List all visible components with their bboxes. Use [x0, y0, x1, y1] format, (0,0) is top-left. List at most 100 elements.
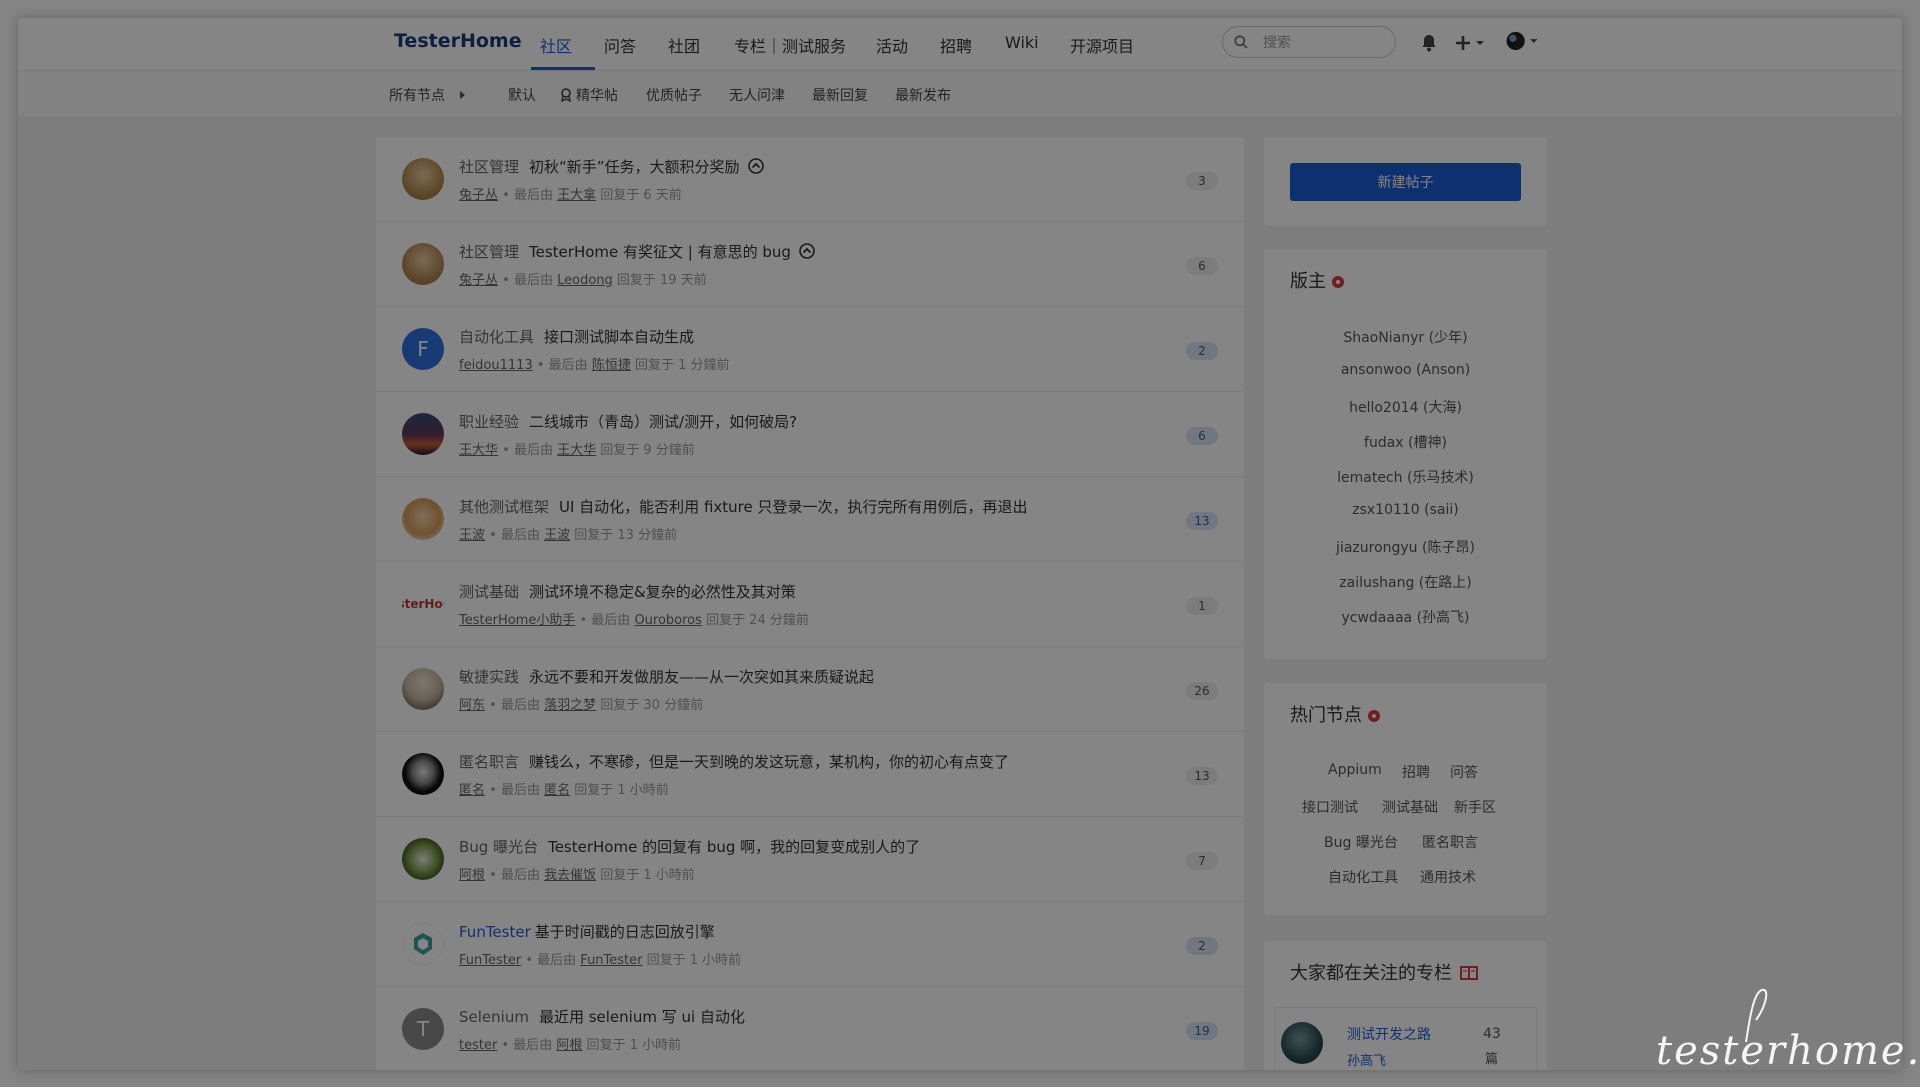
topic-row[interactable]: 匿名职言 赚钱么，不寒碜，但是一天到晚的发这玩意，某机构，你的初心有点变了 匿名 … — [376, 732, 1244, 817]
last-reply-user[interactable]: 王大华 — [557, 443, 596, 458]
topic-row[interactable]: FunTester 基于时间戳的日志回放引擎 FunTester • 最后由 Fu… — [376, 902, 1244, 987]
moderator-link[interactable]: lematech (乐马技术) — [1264, 467, 1547, 487]
topic-title[interactable]: 职业经验 二线城市（青岛）测试/测开，如何破局? — [459, 411, 797, 432]
filter-no-reply[interactable]: 无人问津 — [729, 85, 785, 105]
topic-row[interactable]: F 自动化工具 接口测试脚本自动生成 feidou1113 • 最后由 陈恒捷 回… — [376, 307, 1244, 392]
avatar[interactable] — [402, 753, 444, 795]
filter-latest-post[interactable]: 最新发布 — [895, 85, 951, 105]
bell-icon[interactable] — [1420, 33, 1438, 53]
nav-columns[interactable]: 专栏｜测试服务 — [734, 33, 846, 57]
topic-node[interactable]: FunTester — [459, 923, 531, 941]
reply-count-badge[interactable]: 2 — [1186, 342, 1218, 360]
avatar[interactable]: T — [402, 1008, 444, 1050]
avatar-menu-icon[interactable] — [1504, 31, 1540, 51]
last-reply-user[interactable]: 落羽之梦 — [544, 698, 596, 713]
moderator-link[interactable]: zsx10110 (saii) — [1264, 502, 1547, 518]
topic-author[interactable]: 兔子丛 — [459, 273, 498, 288]
topic-node[interactable]: Selenium — [459, 1008, 529, 1026]
last-reply-user[interactable]: 王大拿 — [557, 188, 596, 203]
topic-row[interactable]: 社区管理 初秋“新手”任务，大额积分奖励 兔子丛 • 最后由 王大拿 回复于 6 … — [376, 137, 1244, 222]
topic-row[interactable]: sterHor 测试基础测试环境不稳定&复杂的必然性及其对策 TesterHom… — [376, 562, 1244, 647]
filter-excellent[interactable]: 精华帖 — [560, 85, 618, 105]
hot-node-link[interactable]: 通用技术 — [1420, 867, 1476, 887]
all-nodes-dropdown[interactable]: 所有节点 — [389, 85, 467, 105]
last-reply-user[interactable]: 匿名 — [544, 783, 570, 798]
topic-node[interactable]: 职业经验 — [459, 413, 519, 431]
avatar[interactable] — [402, 668, 444, 710]
new-post-button[interactable]: 新建帖子 — [1290, 163, 1521, 201]
topic-row[interactable]: 职业经验 二线城市（青岛）测试/测开，如何破局? 王大华 • 最后由 王大华 回复… — [376, 392, 1244, 477]
avatar[interactable]: F — [402, 328, 444, 370]
topic-author[interactable]: 匿名 — [459, 783, 485, 798]
last-reply-user[interactable]: FunTester — [580, 953, 642, 968]
avatar[interactable] — [402, 838, 444, 880]
topic-title[interactable]: Bug 曝光台 TesterHome 的回复有 bug 啊，我的回复变成别人的了 — [459, 836, 920, 857]
filter-latest-reply[interactable]: 最新回复 — [812, 85, 868, 105]
topic-node[interactable]: 自动化工具 — [459, 328, 534, 346]
topic-title[interactable]: 自动化工具 接口测试脚本自动生成 — [459, 326, 694, 347]
brand-logo[interactable]: TesterHome — [394, 30, 522, 52]
topic-author[interactable]: 王大华 — [459, 443, 498, 458]
avatar[interactable] — [402, 413, 444, 455]
moderator-link[interactable]: fudax (槽神) — [1264, 432, 1547, 452]
column-title[interactable]: 测试开发之路 — [1347, 1024, 1431, 1044]
filter-default[interactable]: 默认 — [508, 85, 536, 105]
topic-title-text[interactable]: 最近用 selenium 写 ui 自动化 — [539, 1008, 745, 1026]
moderator-link[interactable]: zailushang (在路上) — [1264, 572, 1547, 592]
column-avatar[interactable] — [1281, 1022, 1323, 1064]
reply-count-badge[interactable]: 13 — [1186, 767, 1218, 785]
reply-count-badge[interactable]: 13 — [1186, 512, 1218, 530]
topic-author[interactable]: 兔子丛 — [459, 188, 498, 203]
topic-title-text[interactable]: 赚钱么，不寒碜，但是一天到晚的发这玩意，某机构，你的初心有点变了 — [529, 753, 1009, 771]
topic-title-text[interactable]: 二线城市（青岛）测试/测开，如何破局? — [529, 413, 797, 431]
topic-author[interactable]: 王波 — [459, 528, 485, 543]
hot-node-link[interactable]: Bug 曝光台 — [1324, 832, 1398, 852]
nav-qa[interactable]: 问答 — [604, 33, 636, 57]
reply-count-badge[interactable]: 2 — [1186, 937, 1218, 955]
reply-count-badge[interactable]: 6 — [1186, 257, 1218, 275]
topic-row[interactable]: Bug 曝光台 TesterHome 的回复有 bug 啊，我的回复变成别人的了 … — [376, 817, 1244, 902]
column-author[interactable]: 孙高飞 — [1347, 1050, 1386, 1069]
topic-title-text[interactable]: TesterHome 有奖征文 | 有意思的 bug — [529, 243, 791, 261]
topic-author[interactable]: feidou1113 — [459, 358, 533, 373]
last-reply-user[interactable]: Ouroboros — [634, 613, 701, 628]
topic-title[interactable]: FunTester 基于时间戳的日志回放引擎 — [459, 921, 715, 942]
reply-count-badge[interactable]: 26 — [1186, 682, 1218, 700]
avatar[interactable] — [402, 158, 444, 200]
nav-groups[interactable]: 社团 — [668, 33, 700, 57]
nav-events[interactable]: 活动 — [876, 33, 908, 57]
hot-node-link[interactable]: 接口测试 — [1302, 797, 1358, 817]
topic-row[interactable]: 敏捷实践 永远不要和开发做朋友——从一次突如其来质疑说起 阿东 • 最后由 落羽之… — [376, 647, 1244, 732]
search-input[interactable] — [1261, 31, 1385, 55]
topic-title[interactable]: 敏捷实践 永远不要和开发做朋友——从一次突如其来质疑说起 — [459, 666, 874, 687]
topic-row[interactable]: 其他测试框架 UI 自动化，能否利用 fixture 只登录一次，执行完所有用例后… — [376, 477, 1244, 562]
topic-node[interactable]: 其他测试框架 — [459, 498, 549, 516]
topic-author[interactable]: TesterHome小助手 — [459, 613, 575, 628]
nav-open-source[interactable]: 开源项目 — [1070, 33, 1134, 57]
topic-title-text[interactable]: 测试环境不稳定&复杂的必然性及其对策 — [529, 583, 796, 601]
reply-count-badge[interactable]: 1 — [1186, 597, 1218, 615]
topic-title-text[interactable]: UI 自动化，能否利用 fixture 只登录一次，执行完所有用例后，再退出 — [559, 498, 1028, 516]
moderator-link[interactable]: ycwdaaaa (孙高飞) — [1264, 607, 1547, 627]
moderator-link[interactable]: ShaoNianyr (少年) — [1264, 327, 1547, 347]
topic-node[interactable]: 社区管理 — [459, 158, 519, 176]
hot-node-link[interactable]: 测试基础 — [1382, 797, 1438, 817]
topic-title[interactable]: 其他测试框架 UI 自动化，能否利用 fixture 只登录一次，执行完所有用例后… — [459, 496, 1028, 517]
hot-node-link[interactable]: 问答 — [1450, 762, 1478, 782]
hot-node-link[interactable]: 自动化工具 — [1328, 867, 1398, 887]
moderator-link[interactable]: ansonwoo (Anson) — [1264, 362, 1547, 378]
hot-node-link[interactable]: 新手区 — [1454, 797, 1496, 817]
avatar[interactable] — [402, 243, 444, 285]
moderator-link[interactable]: jiazurongyu (陈子昂) — [1264, 537, 1547, 557]
topic-node[interactable]: 敏捷实践 — [459, 668, 519, 686]
topic-row[interactable]: T Selenium 最近用 selenium 写 ui 自动化 tester •… — [376, 987, 1244, 1070]
nav-wiki[interactable]: Wiki — [1005, 33, 1039, 52]
last-reply-user[interactable]: 王波 — [544, 528, 570, 543]
topic-title-text[interactable]: 永远不要和开发做朋友——从一次突如其来质疑说起 — [529, 668, 874, 686]
topic-author[interactable]: 阿东 — [459, 698, 485, 713]
filter-quality[interactable]: 优质帖子 — [646, 85, 702, 105]
moderator-link[interactable]: hello2014 (大海) — [1264, 397, 1547, 417]
nav-community[interactable]: 社区 — [540, 33, 572, 57]
topic-node[interactable]: Bug 曝光台 — [459, 838, 538, 856]
topic-node[interactable]: 社区管理 — [459, 243, 519, 261]
